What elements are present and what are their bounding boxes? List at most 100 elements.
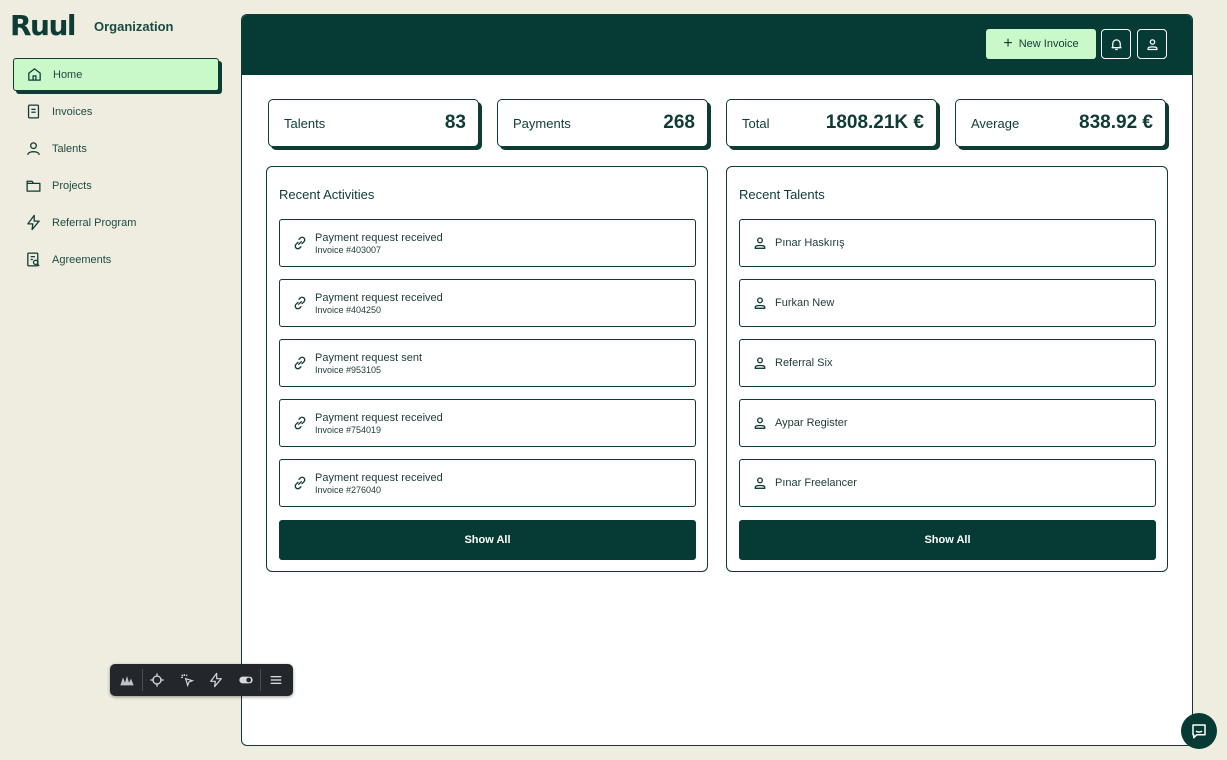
- talent-name: Aypar Register: [775, 417, 848, 429]
- actions-toolbar-button[interactable]: [201, 665, 231, 695]
- activity-title: Payment request received: [315, 471, 443, 484]
- chat-support-button[interactable]: [1181, 713, 1217, 749]
- invoice-icon: [27, 104, 40, 119]
- pointer-click-icon: [180, 674, 194, 688]
- activity-title: Payment request received: [315, 231, 443, 244]
- talent-name: Referral Six: [775, 357, 833, 369]
- link-icon: [294, 296, 306, 310]
- lightning-icon: [27, 214, 40, 231]
- brand: Ruul: [10, 10, 77, 42]
- talents-list: Pınar Haskırış Furkan New Referral Six A…: [739, 219, 1156, 519]
- talent-item[interactable]: Aypar Register: [739, 399, 1156, 447]
- header-bar: + New Invoice: [242, 15, 1192, 75]
- stat-value: 838.92 €: [1079, 112, 1153, 133]
- stat-card-average: Average 838.92 €: [955, 99, 1166, 147]
- sidebar: Ruul Organization Home Invoices Talents …: [0, 0, 228, 760]
- organization-label: Organization: [94, 19, 174, 34]
- home-icon: [28, 68, 41, 81]
- stat-label: Average: [971, 115, 1020, 131]
- talent-item[interactable]: Referral Six: [739, 339, 1156, 387]
- floating-toolbar: [110, 664, 293, 696]
- activities-list: Payment request received Invoice #403007 …: [279, 219, 696, 519]
- talent-item[interactable]: Pınar Freelancer: [739, 459, 1156, 507]
- new-invoice-label: New Invoice: [1018, 38, 1079, 50]
- recent-activities-panel: Recent Activities Payment request receiv…: [266, 166, 708, 572]
- user-icon: [754, 357, 766, 369]
- stat-card-total: Total 1808.21K €: [726, 99, 937, 147]
- toggle-icon: [239, 676, 253, 684]
- agreement-icon: [27, 252, 40, 267]
- user-icon: [754, 417, 766, 429]
- stat-label: Payments: [513, 115, 571, 131]
- sidebar-item-referral-program[interactable]: Referral Program: [13, 206, 219, 239]
- inspect-toolbar-button[interactable]: [142, 665, 172, 695]
- talent-name: Pınar Haskırış: [775, 237, 845, 249]
- activity-item[interactable]: Payment request received Invoice #404250: [279, 279, 696, 327]
- stat-card-talents: Talents 83: [268, 99, 479, 147]
- sidebar-nav: Home Invoices Talents Projects Referral …: [13, 58, 219, 280]
- sidebar-item-home[interactable]: Home: [13, 58, 219, 91]
- talent-item[interactable]: Furkan New: [739, 279, 1156, 327]
- plus-icon: +: [1003, 35, 1013, 52]
- crosshair-icon: [150, 673, 164, 687]
- activity-subtitle: Invoice #276040: [315, 484, 382, 495]
- activity-subtitle: Invoice #403007: [315, 244, 382, 255]
- activity-item[interactable]: Payment request received Invoice #403007: [279, 219, 696, 267]
- show-all-activities-button[interactable]: Show All: [279, 520, 696, 560]
- show-all-talents-button[interactable]: Show All: [739, 520, 1156, 560]
- recent-talents-panel: Recent Talents Pınar Haskırış Furkan New…: [726, 166, 1168, 572]
- stat-label: Talents: [284, 115, 326, 131]
- talent-item[interactable]: Pınar Haskırış: [739, 219, 1156, 267]
- menu-toolbar-button[interactable]: [261, 665, 291, 695]
- folder-icon: [26, 180, 41, 192]
- notifications-button[interactable]: [1101, 29, 1131, 59]
- profile-button[interactable]: [1137, 29, 1167, 59]
- link-icon: [294, 236, 306, 250]
- activity-subtitle: Invoice #404250: [315, 304, 382, 315]
- link-icon: [294, 416, 306, 430]
- activity-subtitle: Invoice #754019: [315, 424, 382, 435]
- sidebar-item-label: Home: [53, 68, 83, 81]
- activity-title: Payment request received: [315, 291, 443, 304]
- user-icon: [1147, 38, 1157, 50]
- menu-icon: [270, 676, 282, 684]
- sidebar-item-invoices[interactable]: Invoices: [13, 95, 219, 128]
- activity-item[interactable]: Payment request received Invoice #754019: [279, 399, 696, 447]
- waveform-icon: [120, 676, 134, 686]
- talent-name: Pınar Freelancer: [775, 477, 857, 489]
- select-toolbar-button[interactable]: [172, 665, 202, 695]
- user-icon: [754, 297, 766, 309]
- link-icon: [294, 476, 306, 490]
- bell-icon: [1111, 38, 1121, 50]
- sidebar-item-label: Projects: [52, 179, 92, 192]
- activity-subtitle: Invoice #953105: [315, 364, 382, 375]
- talent-name: Furkan New: [775, 297, 835, 309]
- chart-toolbar-button[interactable]: [112, 665, 142, 695]
- sidebar-item-talents[interactable]: Talents: [13, 132, 219, 165]
- new-invoice-button[interactable]: + New Invoice: [986, 29, 1096, 59]
- sidebar-item-agreements[interactable]: Agreements: [13, 243, 219, 276]
- user-icon: [754, 237, 766, 249]
- activity-item[interactable]: Payment request sent Invoice #953105: [279, 339, 696, 387]
- chat-icon: [1192, 724, 1206, 739]
- user-icon: [754, 477, 766, 489]
- sidebar-item-label: Invoices: [52, 105, 93, 118]
- sidebar-item-label: Talents: [52, 142, 87, 155]
- panel-title: Recent Talents: [739, 187, 825, 202]
- sidebar-item-projects[interactable]: Projects: [13, 169, 219, 202]
- stat-card-payments: Payments 268: [497, 99, 708, 147]
- stat-value: 268: [663, 112, 695, 133]
- activity-title: Payment request sent: [315, 351, 423, 364]
- logo[interactable]: Ruul: [10, 10, 77, 42]
- stat-value: 1808.21K €: [825, 112, 924, 133]
- toggle-toolbar-button[interactable]: [231, 665, 261, 695]
- sidebar-item-label: Agreements: [52, 253, 112, 266]
- activity-item[interactable]: Payment request received Invoice #276040: [279, 459, 696, 507]
- activity-title: Payment request received: [315, 411, 443, 424]
- sidebar-item-label: Referral Program: [52, 216, 137, 229]
- lightning-icon: [210, 672, 223, 688]
- stat-value: 83: [444, 112, 466, 133]
- stat-label: Total: [742, 115, 770, 131]
- main-panel: + New Invoice Talents 83 Payments 268 To…: [241, 14, 1193, 746]
- user-icon: [27, 142, 40, 156]
